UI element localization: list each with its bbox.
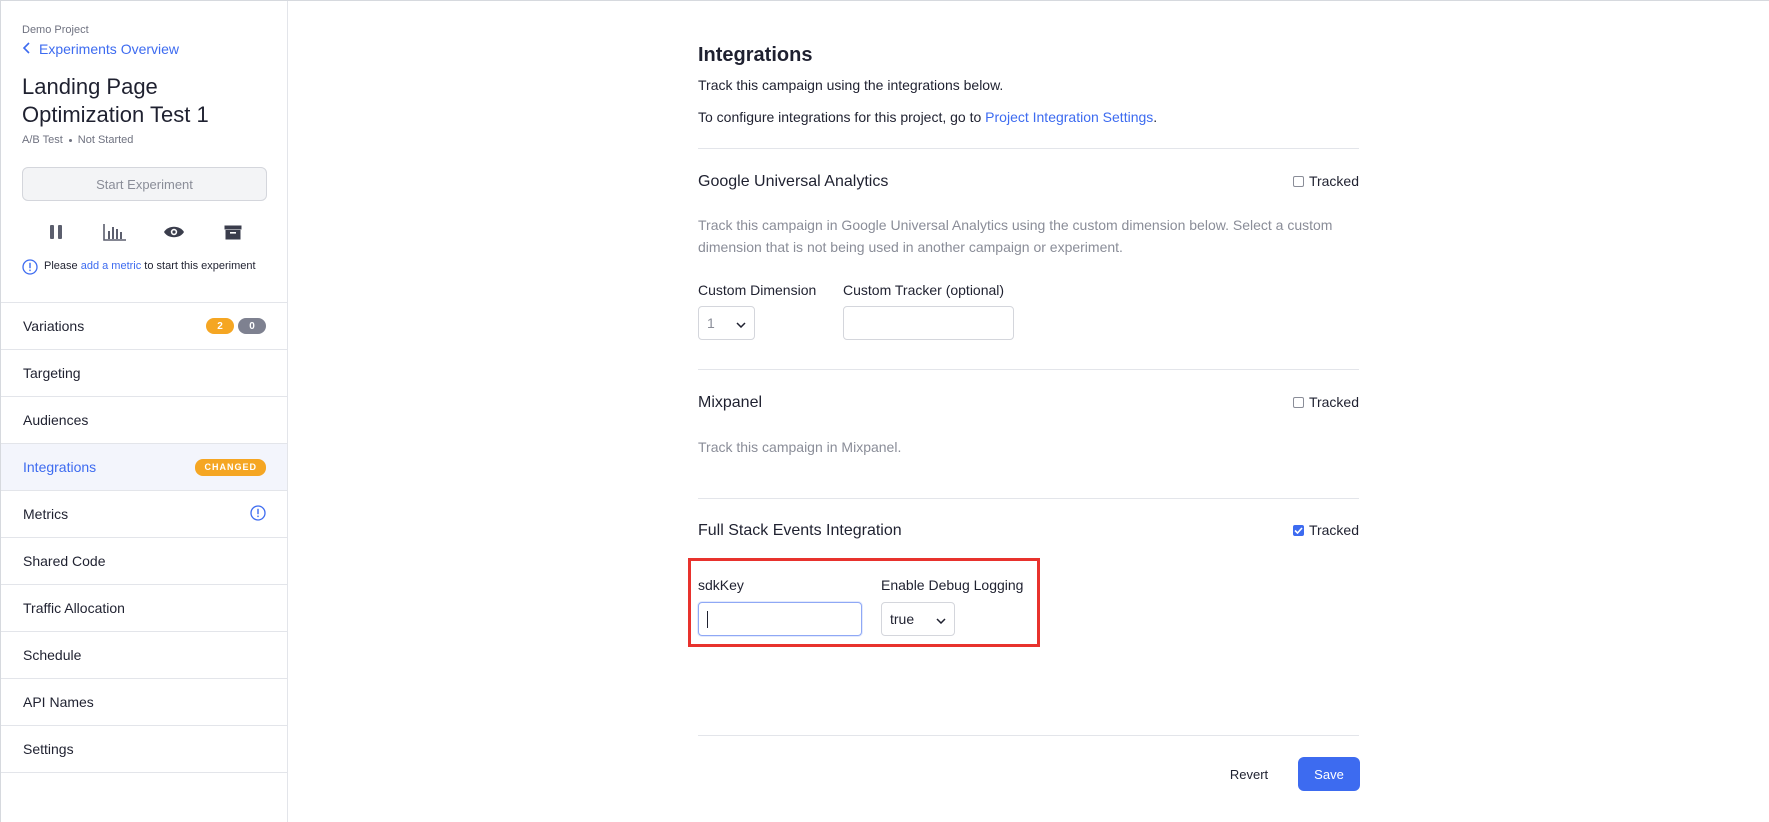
info-icon	[250, 504, 266, 524]
experiment-status: Not Started	[77, 134, 134, 146]
checkbox-checked-icon	[1292, 524, 1304, 536]
sidebar-item-label: Schedule	[23, 647, 82, 663]
page-title: Integrations	[698, 44, 813, 66]
notice-text: Please add a metric to start this experi…	[44, 258, 256, 275]
sidebar-item-integrations[interactable]: Integrations CHANGED	[1, 444, 287, 491]
sidebar-item-label: Settings	[23, 741, 74, 757]
sidebar-item-audiences[interactable]: Audiences	[1, 397, 287, 444]
sidebar-nav: Variations 2 0 Targeting Audiences Integ…	[1, 302, 287, 773]
intro-text: Track this campaign using the integratio…	[698, 77, 1004, 93]
configure-text: To configure integrations for this proje…	[698, 109, 1157, 125]
sidebar-item-label: Metrics	[23, 506, 69, 522]
google-analytics-description: Track this campaign in Google Universal …	[698, 217, 1333, 255]
changed-badge: CHANGED	[195, 458, 266, 476]
sidebar-item-label: API Names	[23, 694, 94, 710]
sidebar: Demo Project Experiments Overview Landin…	[1, 1, 288, 822]
sidebar-item-metrics[interactable]: Metrics	[1, 491, 287, 538]
mixpanel-title: Mixpanel	[698, 394, 763, 411]
configure-suffix: .	[1153, 109, 1158, 125]
separator-dot	[68, 138, 72, 142]
chevron-left-icon	[22, 41, 31, 56]
sidebar-item-label: Targeting	[23, 365, 81, 381]
custom-tracker-label: Custom Tracker (optional)	[843, 282, 1005, 298]
sidebar-item-shared-code[interactable]: Shared Code	[1, 538, 287, 585]
notice-suffix: to start this experiment	[141, 260, 256, 272]
mixpanel-description: Track this campaign in Mixpanel.	[698, 439, 902, 455]
sidebar-item-label: Variations	[23, 318, 85, 334]
tracked-label: Tracked	[1308, 173, 1359, 189]
experiment-title: Landing Page Optimization Test 1	[22, 74, 209, 127]
results-chart-icon[interactable]	[101, 218, 129, 246]
metric-notice: Please add a metric to start this experi…	[22, 258, 266, 275]
custom-dimension-label: Custom Dimension	[698, 282, 817, 298]
sidebar-item-schedule[interactable]: Schedule	[1, 632, 287, 679]
start-experiment-button[interactable]: Start Experiment	[22, 167, 267, 201]
google-analytics-title: Google Universal Analytics	[698, 173, 889, 190]
fullstack-title: Full Stack Events Integration	[698, 522, 902, 539]
custom-dimension-value: 1	[707, 315, 715, 331]
checkbox-unchecked-icon	[1292, 175, 1304, 187]
sidebar-item-api-names[interactable]: API Names	[1, 679, 287, 726]
count-badge: 0	[238, 318, 266, 334]
archive-icon[interactable]	[219, 218, 247, 246]
revert-button[interactable]: Revert	[1214, 764, 1284, 784]
add-metric-link[interactable]: add a metric	[81, 260, 142, 272]
back-label: Experiments Overview	[39, 41, 180, 57]
divider	[698, 369, 1359, 370]
highlight-box	[688, 558, 1040, 647]
divider	[698, 498, 1359, 499]
sidebar-item-label: Audiences	[23, 412, 89, 428]
info-icon	[22, 259, 38, 275]
project-name: Demo Project	[22, 24, 89, 36]
sidebar-item-label: Shared Code	[23, 553, 106, 569]
tracked-label: Tracked	[1308, 522, 1359, 538]
save-button[interactable]: Save	[1298, 757, 1360, 791]
notice-prefix: Please	[44, 260, 81, 272]
sidebar-item-label: Traffic Allocation	[23, 600, 125, 616]
variation-badges: 2 0	[206, 318, 266, 334]
sidebar-item-variations[interactable]: Variations 2 0	[1, 303, 287, 350]
preview-eye-icon[interactable]	[160, 218, 188, 246]
sidebar-item-targeting[interactable]: Targeting	[1, 350, 287, 397]
sidebar-item-settings[interactable]: Settings	[1, 726, 287, 773]
count-badge: 2	[206, 318, 234, 334]
checkbox-unchecked-icon	[1292, 396, 1304, 408]
custom-tracker-input[interactable]	[843, 306, 1014, 340]
experiment-toolbar	[22, 215, 266, 249]
google-analytics-tracked-checkbox[interactable]: Tracked	[1292, 173, 1359, 189]
project-integration-settings-link[interactable]: Project Integration Settings	[985, 109, 1153, 125]
experiment-meta: A/B Test Not Started	[22, 134, 266, 146]
divider	[698, 148, 1359, 149]
sidebar-item-label: Integrations	[23, 459, 97, 475]
sidebar-item-traffic-allocation[interactable]: Traffic Allocation	[1, 585, 287, 632]
divider	[698, 735, 1359, 736]
experiments-overview-link[interactable]: Experiments Overview	[22, 40, 266, 58]
experiment-type: A/B Test	[22, 134, 63, 146]
mixpanel-tracked-checkbox[interactable]: Tracked	[1292, 394, 1359, 410]
custom-dimension-select[interactable]: 1	[698, 306, 755, 340]
fullstack-tracked-checkbox[interactable]: Tracked	[1292, 522, 1359, 538]
configure-prefix: To configure integrations for this proje…	[698, 109, 986, 125]
tracked-label: Tracked	[1308, 394, 1359, 410]
chevron-down-icon	[736, 315, 746, 331]
pause-icon[interactable]	[42, 218, 70, 246]
